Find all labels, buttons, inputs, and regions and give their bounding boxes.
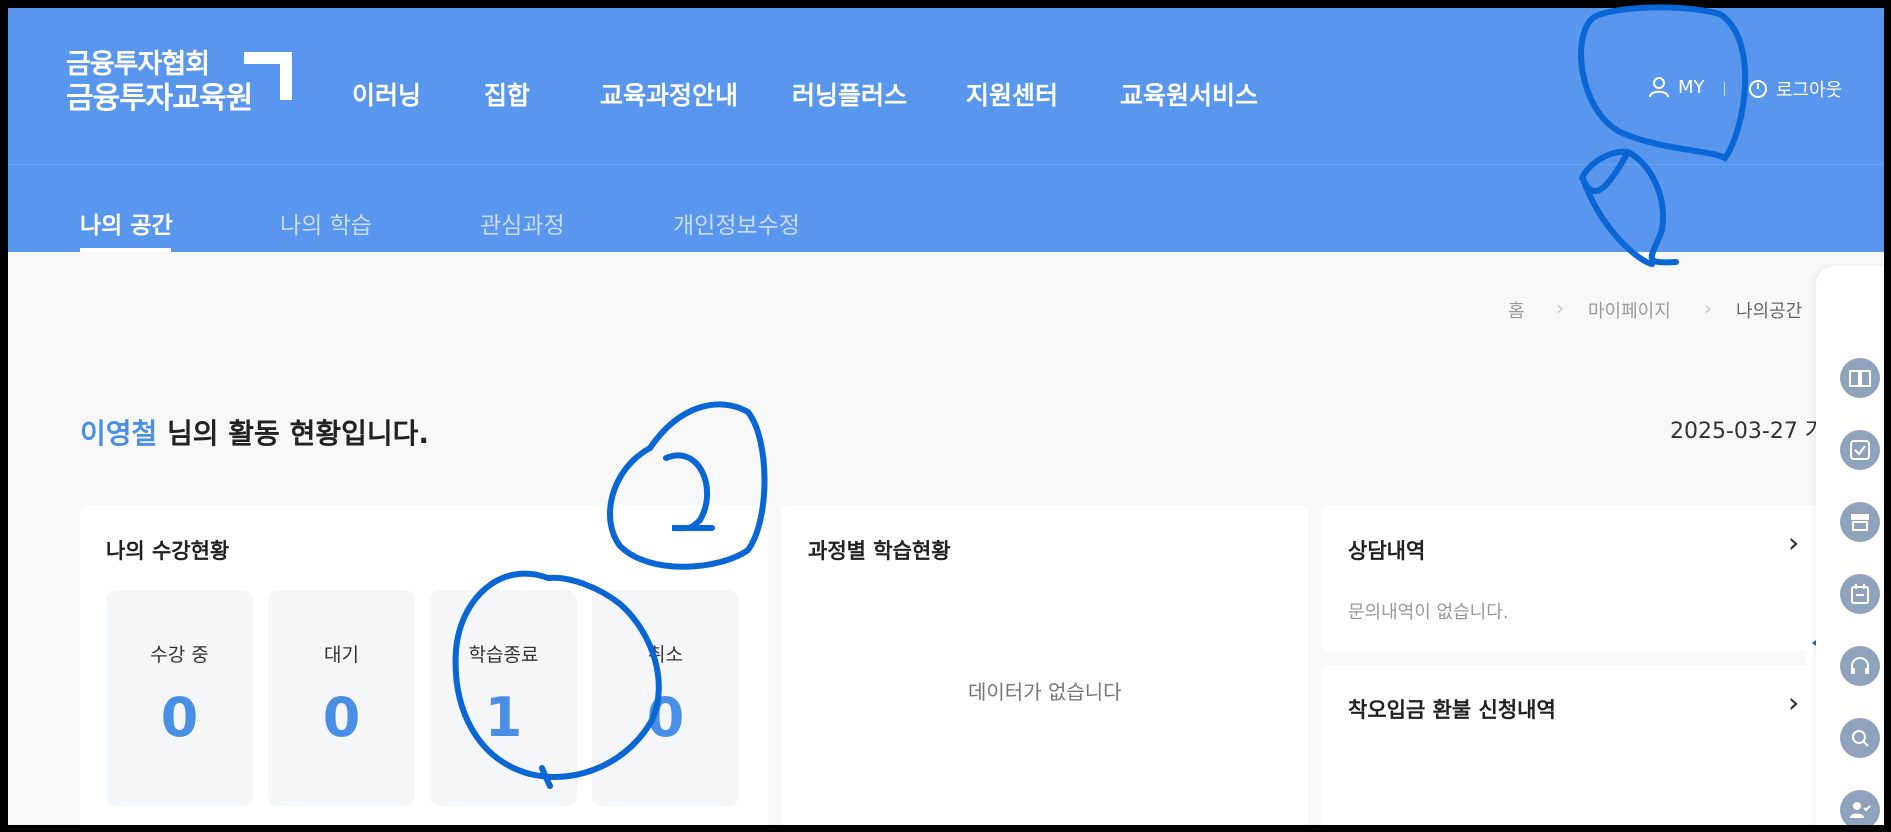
- logout-label: 로그아웃: [1776, 80, 1843, 101]
- logo-line2: 금융투자교육원: [66, 81, 253, 116]
- user-name: 이영철: [80, 417, 158, 450]
- tab-my-space[interactable]: 나의 공간: [80, 206, 173, 240]
- stat-value: 0: [160, 686, 199, 749]
- stat-completed[interactable]: 학습종료 1: [430, 590, 577, 806]
- stat-label: 대기: [324, 644, 359, 666]
- chevron-right-icon[interactable]: ›: [1788, 526, 1799, 559]
- nav-institute-services[interactable]: 교육원서비스: [1120, 76, 1258, 112]
- logout-button[interactable]: 로그아웃: [1748, 76, 1842, 102]
- tab-my-learning[interactable]: 나의 학습: [280, 206, 372, 240]
- check-icon[interactable]: [1840, 430, 1880, 470]
- breadcrumb-home[interactable]: 홈: [1508, 297, 1525, 323]
- tab-interest-courses[interactable]: 관심과정: [480, 206, 565, 240]
- greeting-suffix: 님의 활동 현황입니다.: [157, 417, 430, 450]
- calendar-icon[interactable]: [1840, 574, 1880, 614]
- consultation-title: 상담내역: [1348, 539, 1426, 563]
- site-logo[interactable]: 금융투자협회 금융투자교육원: [66, 48, 253, 116]
- stat-value: 0: [322, 686, 361, 749]
- refund-request-title: 착오입금 환불 신청내역: [1348, 698, 1556, 722]
- nav-learning-plus[interactable]: 러닝플러스: [792, 76, 907, 112]
- nav-support-center[interactable]: 지원센터: [966, 76, 1058, 112]
- breadcrumb-mypage[interactable]: 마이페이지: [1588, 297, 1671, 323]
- stat-in-progress[interactable]: 수강 중 0: [106, 590, 253, 806]
- nav-elearning[interactable]: 이러닝: [352, 76, 421, 112]
- my-button[interactable]: MY: [1648, 76, 1705, 98]
- utility-divider: [1724, 82, 1725, 96]
- course-progress-title: 과정별 학습현황: [808, 539, 951, 563]
- my-label: MY: [1678, 76, 1705, 98]
- stat-cancelled[interactable]: 취소 0: [592, 590, 739, 806]
- status-date: 2025-03-27 가: [1670, 419, 1826, 444]
- course-progress-empty: 데이터가 없습니다: [968, 680, 1122, 704]
- chevron-right-icon: ›: [1704, 296, 1712, 320]
- power-icon: [1749, 80, 1767, 98]
- box-icon[interactable]: [1840, 502, 1880, 542]
- stat-value: 0: [646, 686, 685, 749]
- greeting-heading: 이영철 님의 활동 현황입니다.: [80, 412, 429, 452]
- app-window: 금융투자협회 금융투자교육원 이러닝 집합 교육과정안내 러닝플러스 지원센터 …: [8, 8, 1884, 825]
- logo-mark-icon: [244, 52, 292, 100]
- chevron-right-icon: ›: [1556, 296, 1564, 320]
- chevron-right-icon[interactable]: ›: [1788, 686, 1799, 719]
- nav-course-guide[interactable]: 교육과정안내: [600, 76, 738, 112]
- user-check-icon[interactable]: [1840, 790, 1880, 825]
- search-icon[interactable]: [1840, 718, 1880, 758]
- breadcrumb-current: 나의공간: [1736, 301, 1803, 322]
- stat-waiting[interactable]: 대기 0: [268, 590, 415, 806]
- user-icon: [1649, 77, 1669, 98]
- logo-line1: 금융투자협회: [66, 49, 210, 80]
- book-icon[interactable]: [1840, 358, 1880, 398]
- consultation-empty: 문의내역이 없습니다.: [1348, 602, 1509, 623]
- active-tab-indicator: [80, 248, 171, 252]
- tab-edit-profile[interactable]: 개인정보수정: [673, 206, 800, 240]
- nav-group-training[interactable]: 집합: [484, 76, 530, 112]
- enrollment-card-title: 나의 수강현황: [106, 539, 230, 563]
- stat-label: 수강 중: [150, 644, 209, 666]
- stat-label: 학습종료: [468, 644, 539, 666]
- headset-icon[interactable]: [1840, 646, 1880, 686]
- stat-label: 취소: [648, 644, 683, 666]
- top-header: 금융투자협회 금융투자교육원 이러닝 집합 교육과정안내 러닝플러스 지원센터 …: [8, 8, 1884, 164]
- quick-menu: [1816, 266, 1884, 825]
- refund-request-card[interactable]: [1322, 665, 1822, 825]
- consultation-card[interactable]: [1322, 505, 1822, 651]
- stat-value: 1: [484, 686, 523, 749]
